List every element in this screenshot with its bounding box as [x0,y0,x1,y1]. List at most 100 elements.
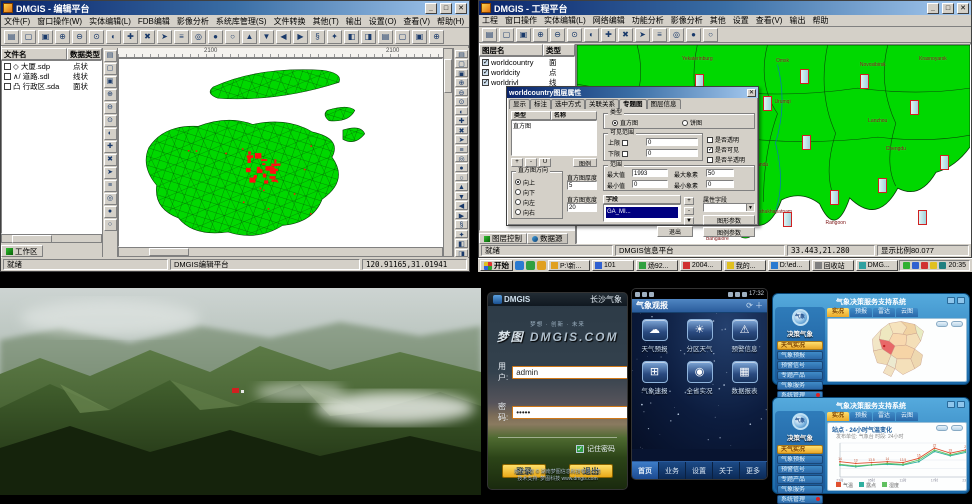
legend-params-button[interactable]: 图例参数 [703,227,755,237]
copy-icon[interactable]: ◧ [344,30,359,44]
file-panel-hscroll[interactable] [1,234,102,243]
menu-9[interactable]: 设置(O) [369,16,397,27]
print-map-icon[interactable]: ✦ [327,30,342,44]
menu-5[interactable]: 影像分析 [671,15,703,26]
mif-icon[interactable]: ▶ [293,30,308,44]
dialog-tab-2[interactable]: 选中方式 [551,99,585,109]
histogram-symbol[interactable] [763,96,772,111]
tray-icon[interactable] [912,262,919,269]
weather-app-1[interactable]: ☀分区天气 [677,319,722,353]
undo-icon[interactable]: ◨ [455,249,468,257]
taskbar-button-1[interactable]: 101 [592,260,634,271]
radio-pie[interactable]: 饼图 [682,118,702,127]
menu-6[interactable]: 文件转换 [274,16,306,27]
pointer-icon[interactable]: ≡ [455,145,468,153]
field-down-button[interactable]: ▼ [684,217,694,225]
curve-icon[interactable]: ⊙ [104,115,117,127]
file-table-header[interactable]: 文件名 数据类型 [1,48,102,60]
weather-app-3[interactable]: ⊞气象速报 [632,361,677,395]
arrow-icon[interactable]: § [455,220,468,228]
sidebar-item-0[interactable]: 天气实况 [777,445,823,454]
pen-icon[interactable]: ▣ [412,30,427,44]
tray-icon[interactable] [903,262,910,269]
close-button[interactable]: ✕ [455,3,467,14]
pen-icon[interactable]: ▤ [455,50,468,58]
target-icon[interactable]: ◧ [455,239,468,247]
lower-limit-row[interactable]: 下限 [608,149,628,158]
username-field[interactable] [512,366,628,379]
line-icon[interactable]: ▣ [104,76,117,88]
panel-titlebar[interactable]: 气象决策服务支持系统 [775,400,967,411]
upper-limit-row[interactable]: 上限 [608,138,628,147]
angle-icon[interactable]: ✖ [455,126,468,134]
histogram-symbol[interactable] [802,135,811,150]
checkbox-icon[interactable] [4,73,11,80]
mini-button[interactable] [951,321,963,327]
tray-icon[interactable] [930,262,937,269]
histogram-symbol[interactable] [783,212,792,227]
attr-field-dropdown[interactable]: ▼ [703,203,755,212]
weather-app-5[interactable]: ▦数据报表 [722,361,767,395]
exit-button[interactable]: 退出 [657,226,693,237]
start-button[interactable]: 开始 [480,260,513,271]
taskbar-button-3[interactable]: 2004... [680,260,722,271]
nav-0[interactable]: 首页 [632,462,659,479]
theme-list-row[interactable]: 直方图 [512,121,596,130]
minimize-button[interactable]: _ [425,3,437,14]
layer-table-header[interactable]: 图层名 类型 [479,44,575,56]
link-icon[interactable]: ✦ [455,230,468,238]
zoom-in-icon[interactable]: ✚ [123,30,138,44]
menu-3[interactable]: FDB编辑 [138,16,170,27]
mini-button[interactable] [936,425,948,431]
move-icon[interactable]: ▼ [455,192,468,200]
dialog-tab-5[interactable]: 图层信息 [647,99,681,109]
menu-8[interactable]: 查看(V) [756,15,783,26]
remove-theme-button[interactable]: - [525,158,537,167]
chart-canvas[interactable]: 站点 - 24小时气温变化 发布单位: 气象台 时段: 24小时 23时05时1… [827,422,967,491]
globe-icon[interactable]: ✚ [601,28,616,42]
taskbar-button-4[interactable]: 我的... [724,260,766,271]
password-field[interactable] [512,406,628,419]
minimize-icon[interactable] [947,401,955,408]
open-workspace-icon[interactable]: ⊙ [89,30,104,44]
file-list[interactable]: ◇ 大厦.sdp点状∧/ 道路.sdl线状凸 行政区.sda面状 [1,60,102,234]
quicklaunch-ie-icon[interactable] [515,261,524,270]
tab-data-source[interactable]: 数据源 [527,233,568,244]
menu-4[interactable]: 影像分析 [177,16,209,27]
scissors-icon[interactable]: ⊕ [455,78,468,86]
sidebar-item-5[interactable]: 系统管理 [777,495,823,504]
tab-2[interactable]: 雷达 [873,412,895,421]
cut-icon[interactable]: ● [104,206,117,218]
histogram-symbol[interactable] [830,190,839,205]
close-workspace-icon[interactable]: ◐ [106,30,121,44]
tab-1[interactable]: 预报 [850,412,872,421]
maximize-button[interactable]: □ [440,3,452,14]
measure-icon[interactable]: ≡ [652,28,667,42]
menu-8[interactable]: 输出 [346,16,362,27]
maximize-button[interactable]: □ [942,3,954,14]
tab-layer-control[interactable]: 图层控制 [479,233,527,244]
attr-icon[interactable]: ▲ [455,182,468,190]
checkbox-icon[interactable] [4,63,11,70]
edit-icon[interactable]: ◀ [455,201,468,209]
info-icon[interactable]: ✖ [618,28,633,42]
open-icon[interactable]: ▢ [21,30,36,44]
sidebar-item-4[interactable]: 气象服务 [777,381,823,390]
bar-width-field[interactable]: 20 [567,203,597,212]
grid-icon[interactable]: ○ [225,30,240,44]
zoom-window-icon[interactable]: ➤ [157,30,172,44]
tab-1[interactable]: 预报 [850,308,872,317]
sidebar-item-1[interactable]: 气象预报 [777,351,823,360]
new-icon[interactable]: ▤ [4,30,19,44]
minimize-button[interactable]: _ [927,3,939,14]
snap-icon[interactable]: ◎ [104,193,117,205]
radio-histogram[interactable]: 直方图 [612,118,638,127]
taskbar-button-2[interactable]: 炀92... [636,260,678,271]
semi-transparent-checkbox[interactable]: 是否半透明 [707,155,745,164]
menu-9[interactable]: 输出 [789,15,805,26]
terrain-3d-view[interactable] [0,288,481,495]
transparent-checkbox[interactable]: 是否透明 [707,135,739,144]
arc-icon[interactable]: ⊖ [104,102,117,114]
quicklaunch-desktop-icon[interactable] [526,261,535,270]
tray-icon[interactable] [939,262,946,269]
